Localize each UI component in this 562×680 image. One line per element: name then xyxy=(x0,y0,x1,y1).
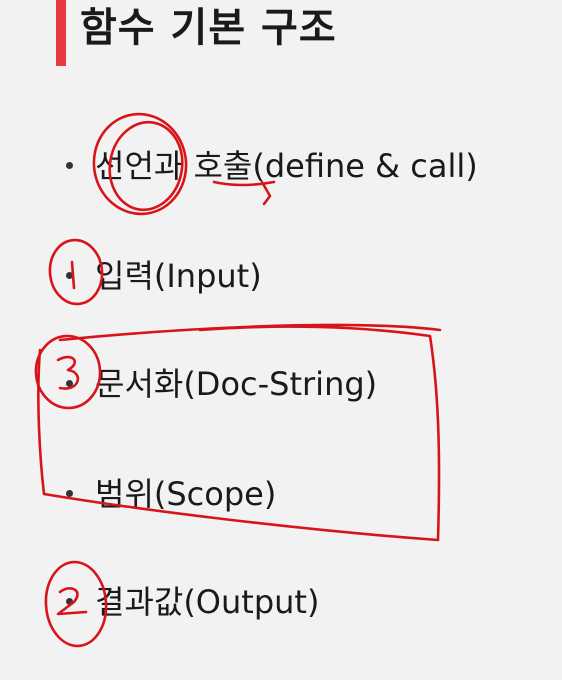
slide: 함수 기본 구조 선언과 호출(define & call) 입력(Input)… xyxy=(0,0,562,680)
bullet-dot-icon xyxy=(66,597,73,605)
bullet-label: 결과값(Output) xyxy=(95,583,320,621)
bullet-dot-icon xyxy=(66,489,73,497)
bullet-label: 범위(Scope) xyxy=(95,475,277,513)
bullet-list: 선언과 호출(define & call) 입력(Input) 문서화(Doc-… xyxy=(0,0,562,680)
bullet-item-output: 결과값(Output) xyxy=(66,582,319,622)
bullet-label: 입력(Input) xyxy=(95,257,262,295)
bullet-label: 문서화(Doc-String) xyxy=(95,365,378,403)
bullet-label: 선언과 호출(define & call) xyxy=(95,147,478,185)
bullet-dot-icon xyxy=(66,271,73,279)
bullet-item-input: 입력(Input) xyxy=(66,256,262,296)
bullet-dot-icon xyxy=(66,379,73,387)
bullet-item-scope: 범위(Scope) xyxy=(66,474,276,514)
bullet-dot-icon xyxy=(66,161,73,169)
bullet-item-define-call: 선언과 호출(define & call) xyxy=(66,146,478,186)
bullet-item-docstring: 문서화(Doc-String) xyxy=(66,364,377,404)
